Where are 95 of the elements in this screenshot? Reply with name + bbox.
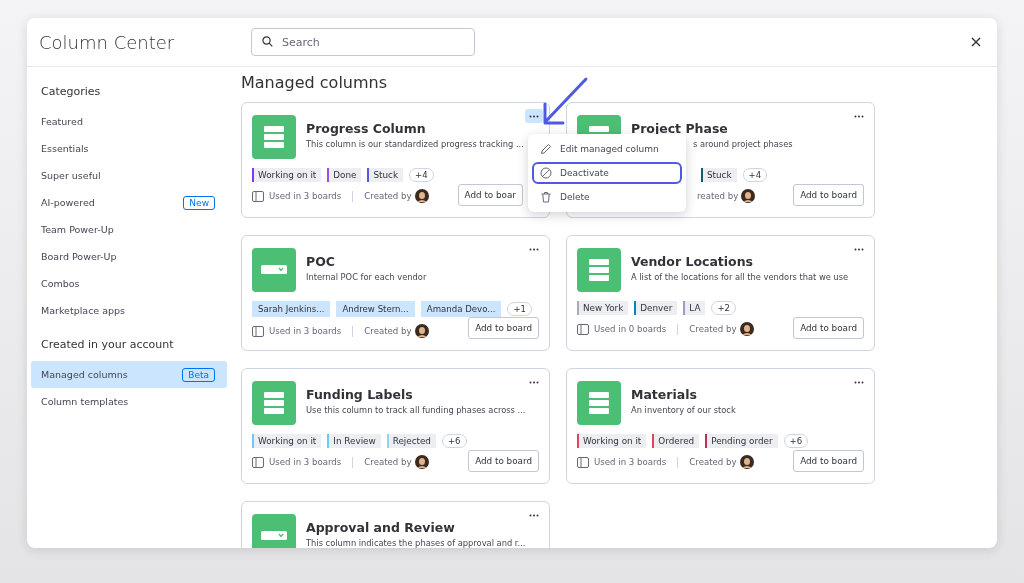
sidebar-heading: Created in your account [40, 337, 175, 353]
table-column-icon [577, 381, 621, 425]
arrow-annotation [541, 76, 589, 128]
status-label: Working on it [577, 434, 647, 448]
usage-text: Used in 3 boards [269, 457, 342, 467]
avatar-icon [739, 322, 754, 336]
search-field[interactable]: Search [251, 28, 475, 56]
more-icon [529, 114, 539, 118]
created-by-text: reated by [697, 191, 739, 201]
card-title: POC [306, 254, 336, 269]
more-button[interactable] [525, 109, 543, 123]
sidebar-item[interactable]: Team Power-Up [31, 216, 227, 243]
sidebar-item[interactable]: Combos [31, 270, 227, 297]
sidebar-item[interactable]: Essentials [31, 135, 227, 162]
table-column-icon [577, 248, 621, 292]
status-label: LA [683, 301, 706, 315]
menu-item[interactable]: Deactivate [532, 162, 682, 184]
add-to-board-button[interactable]: Add to board [468, 317, 539, 339]
status-label: In Review [327, 434, 381, 448]
more-icon [529, 380, 539, 384]
section-heading: Managed columns [241, 73, 389, 92]
usage-text: Used in 0 boards [594, 324, 667, 334]
usage-text: Used in 3 boards [594, 457, 667, 467]
usage-text: Used in 3 boards [269, 326, 342, 336]
board-icon [577, 456, 589, 468]
add-to-board-button[interactable]: Add to board [468, 450, 539, 472]
card-description: Use this column to track all funding phases across ... [306, 405, 526, 415]
card-description: Internal POC for each vendor [306, 272, 427, 282]
card-title: Project Phase [631, 121, 729, 136]
avatar-icon [414, 189, 429, 203]
status-label: Denver [634, 301, 678, 315]
card-title: Vendor Locations [631, 254, 754, 269]
menu-item[interactable]: Edit managed column [532, 138, 682, 160]
created-by-text: Created by [689, 457, 737, 467]
sidebar-item[interactable]: Column templates [31, 388, 227, 415]
sidebar-item[interactable]: Marketplace apps [31, 297, 227, 324]
person-tag: Andrew Stern... [336, 301, 415, 317]
status-label: Rejected [386, 434, 436, 448]
more-icon [854, 114, 864, 118]
search-icon [262, 36, 273, 47]
ban-icon [540, 167, 552, 179]
sidebar-item[interactable]: Featured [31, 108, 227, 135]
more-icon [854, 247, 864, 251]
card-description: This column is our standardized progress tracking ... [306, 139, 524, 149]
menu-item[interactable]: Delete [532, 186, 682, 208]
add-to-board-button[interactable]: Add to boar [457, 184, 523, 206]
created-by-text: Created by [364, 457, 412, 467]
add-to-board-button[interactable]: Add to board [793, 450, 864, 472]
more-icon [854, 380, 864, 384]
sidebar-badge: New [183, 195, 215, 210]
person-tag: Amanda Devo... [420, 301, 502, 317]
status-label: New York [577, 301, 629, 315]
table-column-icon [252, 115, 296, 159]
trash-icon [540, 191, 552, 203]
sidebar-heading: Categories [40, 84, 102, 100]
card-title: Approval and Review [306, 520, 456, 535]
avatar-icon [414, 324, 429, 338]
created-by-text: Created by [364, 326, 412, 336]
board-icon [577, 323, 589, 335]
card-description: This column indicates the phases of approval and r... [306, 538, 526, 548]
card-title: Materials [631, 387, 698, 402]
table-column-icon [252, 381, 296, 425]
window-title: Column Center [39, 31, 176, 53]
pencil-icon [540, 143, 552, 155]
card-title: Funding Labels [306, 387, 414, 402]
card-description: A list of the locations for all the vendors that we use [631, 272, 849, 282]
board-icon [252, 456, 264, 468]
sidebar-item[interactable]: Managed columns Beta [31, 361, 227, 388]
more-icon [529, 247, 539, 251]
avatar-icon [739, 455, 754, 469]
add-to-board-button[interactable]: Add to board [793, 317, 864, 339]
person-tag: Sarah Jenkins... [252, 301, 331, 317]
add-to-board-button[interactable]: Add to board [793, 184, 864, 206]
dropdown-column-icon [252, 248, 296, 292]
status-label: Stuck [367, 168, 404, 182]
created-by-text: Created by [689, 324, 737, 334]
status-label: Done [327, 168, 362, 182]
avatar-icon [414, 455, 429, 469]
board-icon [252, 325, 264, 337]
sidebar-item[interactable]: Super useful [31, 162, 227, 189]
status-label: Stuck [701, 168, 737, 182]
status-label: Working on it [252, 434, 322, 448]
avatar-icon [741, 189, 756, 203]
status-label: Pending order [705, 434, 778, 448]
card-title: Progress Column [306, 121, 427, 136]
more-icon [529, 513, 539, 517]
sidebar-item[interactable]: AI-powered New [31, 189, 227, 216]
status-label: Working on it [252, 168, 322, 182]
sidebar-item[interactable]: Board Power-Up [31, 243, 227, 270]
sidebar-badge: Beta [182, 367, 215, 382]
status-label: Ordered [652, 434, 700, 448]
card-description: An inventory of our stock [631, 405, 736, 415]
board-icon [252, 190, 264, 202]
created-by-text: Created by [364, 191, 412, 201]
usage-text: Used in 3 boards [269, 191, 342, 201]
